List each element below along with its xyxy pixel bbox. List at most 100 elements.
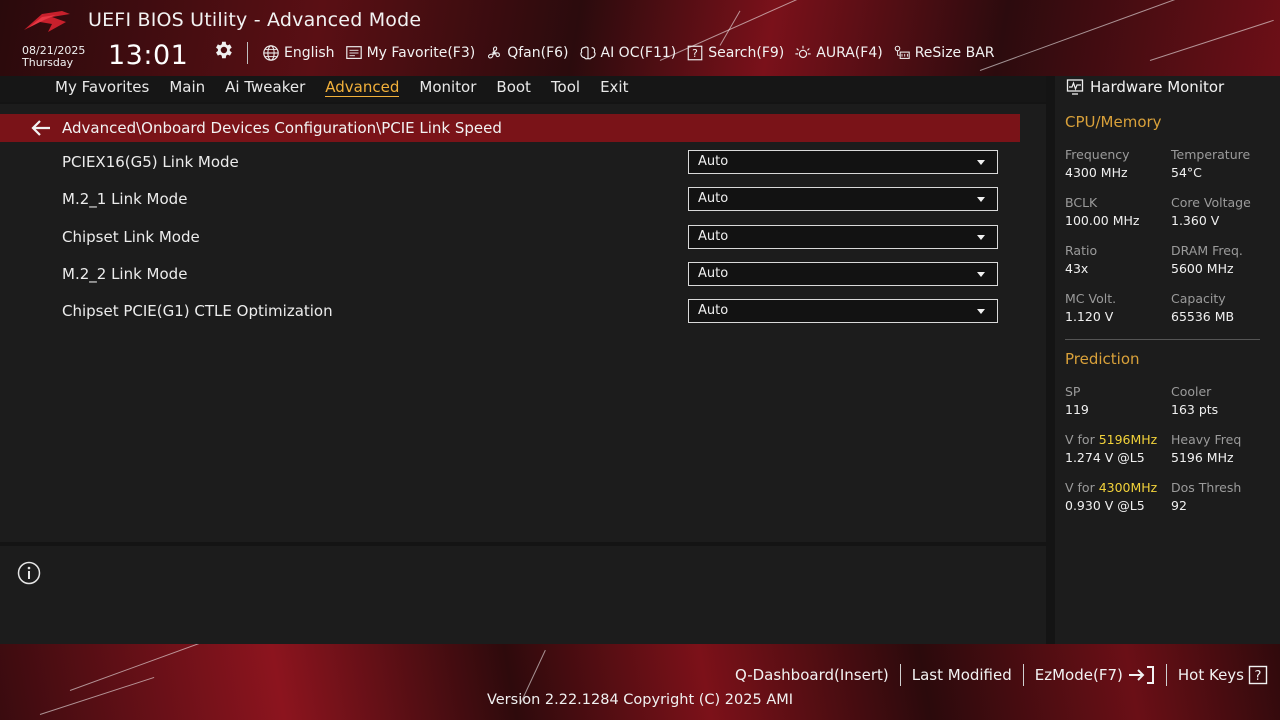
- ai-brain-icon: [579, 46, 596, 60]
- svg-text:?: ?: [1255, 669, 1262, 684]
- hw-value: 1.360 V: [1171, 213, 1220, 228]
- breadcrumb-path: Advanced\Onboard Devices Configuration\P…: [62, 119, 502, 137]
- tab-main[interactable]: Main: [169, 76, 205, 97]
- hw-label: Cooler: [1171, 384, 1212, 399]
- language-button[interactable]: English: [262, 44, 335, 62]
- main-menu: My Favorites Main Ai Tweaker Advanced Mo…: [55, 76, 628, 97]
- hw-value: 5600 MHz: [1171, 261, 1234, 276]
- pciex16-link-mode-select[interactable]: Auto: [688, 150, 998, 174]
- hw-label: BCLK: [1065, 195, 1098, 210]
- chipset-ctle-optimization-select[interactable]: Auto: [688, 299, 998, 323]
- header-toolbar: English My Favorite(F3) Qfan(F6) AI OC(F…: [262, 42, 995, 64]
- select-value: Auto: [698, 191, 729, 206]
- tab-advanced[interactable]: Advanced: [325, 76, 400, 97]
- cpu-memory-title: CPU/Memory: [1065, 113, 1162, 131]
- footer-links: Q-Dashboard(Insert) Last Modified EzMode…: [724, 664, 1268, 686]
- resize-bar-label: ReSize BAR: [914, 45, 995, 61]
- qfan-button[interactable]: Qfan(F6): [485, 44, 569, 62]
- hw-label: Frequency: [1065, 147, 1130, 162]
- hw-v-for-heavy: V for 5196MHz 1.274 V @L5: [1065, 431, 1157, 467]
- hw-label: Core Voltage: [1171, 195, 1251, 210]
- gear-icon[interactable]: [212, 39, 234, 61]
- chevron-down-icon: [977, 160, 985, 165]
- setting-label: PCIEX16(G5) Link Mode: [62, 153, 239, 171]
- v-for-prefix: V for: [1065, 432, 1099, 447]
- hw-label: Heavy Freq: [1171, 432, 1242, 447]
- select-value: Auto: [698, 154, 729, 169]
- version-text: Version 2.22.1284 Copyright (C) 2025 AMI: [486, 692, 794, 708]
- resize-bar-button[interactable]: ReSize BAR: [893, 44, 995, 62]
- select-value: Auto: [698, 266, 729, 281]
- hardware-monitor-header: Hardware Monitor: [1066, 78, 1224, 96]
- tab-tool[interactable]: Tool: [551, 76, 580, 97]
- hw-mc-volt: MC Volt. 1.120 V: [1065, 290, 1116, 326]
- language-label: English: [284, 45, 335, 61]
- last-modified-label: Last Modified: [911, 666, 1012, 684]
- hw-label: Ratio: [1065, 243, 1098, 258]
- hw-label: Capacity: [1171, 291, 1226, 306]
- hw-value: 0.930 V @L5: [1065, 498, 1145, 513]
- rog-logo-icon: [24, 11, 70, 32]
- exit-arrow-icon: [1128, 666, 1154, 684]
- hw-value: 5196 MHz: [1171, 450, 1234, 465]
- hw-value: 54°C: [1171, 165, 1202, 180]
- hw-core-voltage: Core Voltage 1.360 V: [1171, 194, 1251, 230]
- aura-label: AURA(F4): [816, 45, 883, 61]
- hw-capacity: Capacity 65536 MB: [1171, 290, 1234, 326]
- hw-label: Temperature: [1171, 147, 1251, 162]
- clock[interactable]: 13:01: [108, 40, 188, 71]
- resize-bar-icon: [894, 45, 910, 59]
- select-value: Auto: [698, 229, 729, 244]
- hw-value: 100.00 MHz: [1065, 213, 1140, 228]
- hw-value: 43x: [1065, 261, 1089, 276]
- setting-row-m2-1-link-mode: M.2_1 Link Mode Auto: [62, 187, 1002, 220]
- chevron-down-icon: [977, 272, 985, 277]
- hw-value: 119: [1065, 402, 1089, 417]
- aura-button[interactable]: AURA(F4): [794, 44, 883, 62]
- chevron-down-icon: [977, 235, 985, 240]
- svg-text:?: ?: [692, 47, 698, 60]
- hw-label: SP: [1065, 384, 1081, 399]
- hw-value: 4300 MHz: [1065, 165, 1128, 180]
- back-arrow-icon[interactable]: [30, 117, 52, 139]
- day-text: Thursday: [22, 56, 74, 69]
- select-value: Auto: [698, 303, 729, 318]
- last-modified-button[interactable]: Last Modified: [901, 666, 1023, 684]
- help-panel: [0, 546, 1046, 644]
- favorite-list-icon: [345, 46, 362, 59]
- chipset-link-mode-select[interactable]: Auto: [688, 225, 998, 249]
- my-favorite-label: My Favorite(F3): [366, 45, 476, 61]
- search-question-icon: ?: [687, 45, 703, 61]
- monitor-icon: [1066, 79, 1084, 95]
- hw-value: 65536 MB: [1171, 309, 1235, 324]
- ez-mode-label: EzMode(F7): [1034, 666, 1123, 684]
- setting-label: M.2_1 Link Mode: [62, 190, 188, 208]
- search-button[interactable]: ? Search(F9): [686, 44, 784, 62]
- hot-keys-button[interactable]: Hot Keys ?: [1167, 665, 1268, 685]
- tab-my-favorites[interactable]: My Favorites: [55, 76, 149, 97]
- my-favorite-button[interactable]: My Favorite(F3): [345, 44, 476, 62]
- hw-temperature: Temperature 54°C: [1171, 146, 1250, 182]
- m2-2-link-mode-select[interactable]: Auto: [688, 262, 998, 286]
- hw-value: 1.120 V: [1065, 309, 1114, 324]
- globe-icon: [263, 45, 279, 61]
- tab-exit[interactable]: Exit: [600, 76, 628, 97]
- hw-label: Dos Thresh: [1171, 480, 1242, 495]
- chevron-down-icon: [977, 309, 985, 314]
- ez-mode-button[interactable]: EzMode(F7): [1024, 665, 1166, 685]
- tab-ai-tweaker[interactable]: Ai Tweaker: [225, 76, 305, 97]
- q-dashboard-button[interactable]: Q-Dashboard(Insert): [724, 666, 900, 684]
- m2-1-link-mode-select[interactable]: Auto: [688, 187, 998, 211]
- fan-icon: [488, 46, 501, 59]
- question-box-icon: ?: [1248, 665, 1268, 685]
- hw-value: 163 pts: [1171, 402, 1219, 417]
- hw-label: V for 4300MHz: [1065, 479, 1157, 497]
- hw-value: 92: [1171, 498, 1187, 513]
- tab-monitor[interactable]: Monitor: [419, 76, 476, 97]
- hw-value: 1.274 V @L5: [1065, 450, 1145, 465]
- tab-boot[interactable]: Boot: [496, 76, 531, 97]
- hw-label: V for 5196MHz: [1065, 431, 1157, 449]
- aura-light-icon: [795, 45, 811, 59]
- ai-oc-button[interactable]: AI OC(F11): [579, 44, 676, 62]
- info-icon: [17, 561, 41, 585]
